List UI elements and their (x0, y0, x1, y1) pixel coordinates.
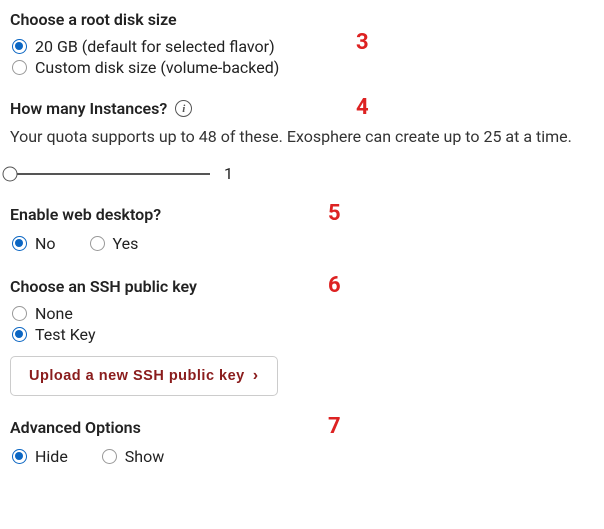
info-icon[interactable]: i (175, 100, 192, 117)
chevron-right-icon: › (253, 367, 259, 385)
ssh-none-label: None (35, 304, 73, 323)
ssh-option-testkey[interactable]: Test Key (10, 325, 604, 344)
radio-icon[interactable] (90, 236, 105, 251)
root-disk-default-label: 20 GB (default for selected flavor) (35, 37, 275, 56)
upload-ssh-label: Upload a new SSH public key (29, 368, 245, 384)
slider-thumb[interactable] (3, 166, 18, 181)
root-disk-custom-label: Custom disk size (volume-backed) (35, 58, 279, 77)
upload-ssh-button[interactable]: Upload a new SSH public key › (10, 356, 278, 396)
instances-heading-text: How many Instances? (10, 99, 167, 118)
ssh-testkey-label: Test Key (35, 325, 96, 344)
advanced-heading: Advanced Options (10, 418, 604, 437)
web-desktop-no-label: No (35, 234, 56, 253)
web-desktop-option-no[interactable]: No (10, 234, 56, 253)
radio-icon[interactable] (12, 306, 27, 321)
ssh-heading: Choose an SSH public key (10, 277, 604, 296)
instances-heading: How many Instances? i (10, 99, 604, 118)
radio-icon[interactable] (12, 236, 27, 251)
web-desktop-yes-label: Yes (113, 234, 139, 253)
web-desktop-heading: Enable web desktop? (10, 205, 604, 224)
advanced-option-show[interactable]: Show (100, 447, 164, 466)
radio-icon[interactable] (12, 60, 27, 75)
ssh-option-none[interactable]: None (10, 304, 604, 323)
root-disk-heading: Choose a root disk size (10, 10, 604, 29)
radio-icon[interactable] (12, 39, 27, 54)
radio-icon[interactable] (102, 449, 117, 464)
instances-slider[interactable] (10, 166, 210, 182)
root-disk-section: Choose a root disk size 20 GB (default f… (10, 10, 604, 77)
instances-quota-text: Your quota supports up to 48 of these. E… (10, 126, 604, 148)
web-desktop-option-yes[interactable]: Yes (88, 234, 139, 253)
root-disk-option-custom[interactable]: Custom disk size (volume-backed) (10, 58, 604, 77)
web-desktop-section: Enable web desktop? No Yes 5 (10, 205, 604, 255)
advanced-section: Advanced Options Hide Show 7 (10, 418, 604, 468)
radio-icon[interactable] (12, 449, 27, 464)
instances-section: How many Instances? i Your quota support… (10, 99, 604, 183)
advanced-show-label: Show (125, 447, 164, 466)
advanced-option-hide[interactable]: Hide (10, 447, 68, 466)
ssh-section: Choose an SSH public key None Test Key U… (10, 277, 604, 396)
instances-slider-wrap: 1 (10, 164, 604, 183)
instances-slider-value: 1 (224, 164, 233, 183)
slider-track (10, 173, 210, 175)
radio-icon[interactable] (12, 327, 27, 342)
advanced-hide-label: Hide (35, 447, 68, 466)
root-disk-option-default[interactable]: 20 GB (default for selected flavor) (10, 37, 604, 56)
